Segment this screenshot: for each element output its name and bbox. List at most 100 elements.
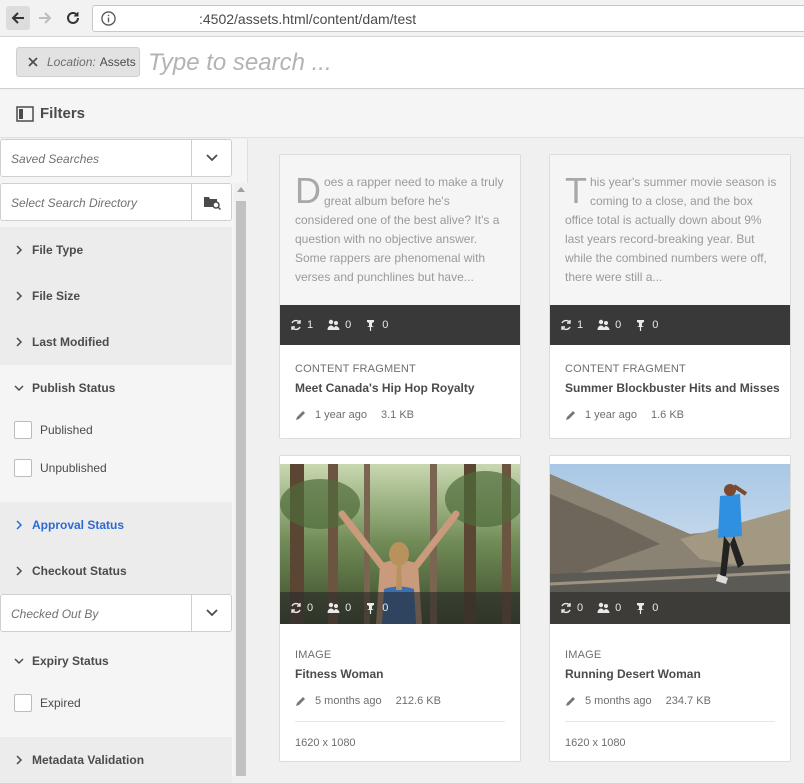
- reload-button[interactable]: [61, 6, 85, 30]
- pencil-icon: [566, 697, 575, 706]
- reload-icon: [67, 11, 79, 24]
- forward-button[interactable]: [33, 6, 57, 30]
- pencil-icon: [566, 411, 575, 420]
- expired-checkbox[interactable]: [14, 694, 32, 712]
- saved-searches-dropdown-button[interactable]: [191, 140, 231, 176]
- section-label: Publish Status: [32, 381, 116, 395]
- modified-time: 1 year ago: [315, 409, 367, 421]
- location-tag[interactable]: Location: Assets: [16, 47, 140, 77]
- url-text: :4502/assets.html/content/dam/test: [199, 11, 417, 27]
- search-input[interactable]: [148, 47, 788, 79]
- published-checkbox[interactable]: [14, 421, 32, 439]
- pins-count: 0: [382, 319, 389, 331]
- scroll-up-arrow[interactable]: [237, 187, 245, 192]
- asset-card[interactable]: 0 0 0 IMAGE Fitness Woman 5 months ago 2…: [279, 455, 521, 762]
- filter-section-publish-status[interactable]: Publish Status: [0, 365, 232, 411]
- chevron-right-icon: [16, 520, 23, 530]
- address-bar[interactable]: :4502/assets.html/content/dam/test: [92, 5, 804, 32]
- card-type: IMAGE: [565, 649, 602, 661]
- card-info: 5 months ago 234.7 KB: [565, 695, 780, 707]
- expired-checkbox-row[interactable]: Expired: [14, 693, 81, 713]
- card-type: IMAGE: [295, 649, 332, 661]
- card-meta: CONTENT FRAGMENT Summer Blockbuster Hits…: [565, 363, 780, 421]
- checkbox-label: Expired: [40, 696, 81, 710]
- references-count: 0: [345, 602, 352, 614]
- unpublished-checkbox-row[interactable]: Unpublished: [14, 458, 107, 478]
- section-label: Metadata Validation: [32, 753, 145, 767]
- info-icon[interactable]: [101, 11, 116, 26]
- modified-time: 5 months ago: [585, 695, 652, 707]
- card-title[interactable]: Meet Canada's Hip Hop Royalty: [295, 381, 510, 395]
- image-dimensions: 1620 x 1080: [565, 737, 626, 749]
- filter-section-checkout-status[interactable]: Checkout Status: [0, 548, 232, 594]
- close-icon[interactable]: [27, 56, 39, 68]
- filters-sidebar: Saved Searches Select Search Directory F…: [0, 139, 248, 783]
- search-directory-placeholder: Select Search Directory: [11, 196, 138, 210]
- saved-searches-select[interactable]: Saved Searches: [0, 139, 232, 177]
- location-label: Location:: [47, 55, 96, 69]
- chevron-down-icon: [14, 385, 24, 392]
- references-count: 0: [345, 319, 352, 331]
- unpublished-checkbox[interactable]: [14, 459, 32, 477]
- asset-card[interactable]: 0 0 0 IMAGE Running Desert Woman 5 month…: [549, 455, 791, 762]
- checkbox-label: Published: [40, 423, 93, 437]
- filters-header[interactable]: Filters: [0, 90, 804, 138]
- checked-out-by-select[interactable]: Checked Out By: [0, 594, 232, 632]
- checked-out-by-dropdown-button[interactable]: [191, 595, 231, 631]
- published-checkbox-row[interactable]: Published: [14, 420, 93, 440]
- users-icon: [327, 319, 340, 330]
- back-button[interactable]: [6, 6, 30, 30]
- card-meta: IMAGE Fitness Woman 5 months ago 212.6 K…: [295, 649, 510, 749]
- scrollbar-thumb[interactable]: [236, 201, 246, 776]
- card-info: 5 months ago 212.6 KB: [295, 695, 510, 707]
- arrow-right-icon: [39, 12, 52, 24]
- card-title[interactable]: Fitness Woman: [295, 667, 510, 681]
- asset-card[interactable]: This year's summer movie season is comin…: [549, 154, 791, 439]
- chevron-right-icon: [16, 337, 23, 347]
- asset-card[interactable]: Does a rapper need to make a truly great…: [279, 154, 521, 439]
- filter-section-expiry-status[interactable]: Expiry Status: [0, 638, 232, 684]
- pin-icon: [637, 603, 645, 614]
- users-icon: [597, 319, 610, 330]
- card-info: 1 year ago 3.1 KB: [295, 409, 510, 421]
- chevron-right-icon: [16, 291, 23, 301]
- card-stats-bar: 1 0 0: [550, 305, 790, 345]
- arrow-left-icon: [11, 12, 24, 24]
- card-thumbnail: Does a rapper need to make a truly great…: [280, 155, 520, 305]
- versions-count: 1: [577, 319, 584, 331]
- pins-stat: 0: [365, 602, 388, 614]
- card-title[interactable]: Running Desert Woman: [565, 667, 780, 681]
- file-size: 234.7 KB: [665, 695, 711, 707]
- card-meta: IMAGE Running Desert Woman 5 months ago …: [565, 649, 780, 749]
- card-type: CONTENT FRAGMENT: [565, 363, 686, 375]
- users-icon: [597, 602, 610, 613]
- chevron-down-icon: [205, 609, 218, 617]
- filter-section-file-type[interactable]: File Type: [0, 227, 232, 273]
- file-size: 212.6 KB: [395, 695, 441, 707]
- card-thumbnail: This year's summer movie season is comin…: [550, 155, 790, 305]
- chevron-down-icon: [205, 154, 218, 162]
- browse-directory-button[interactable]: [191, 184, 231, 220]
- rail-toggle-icon: [16, 105, 34, 122]
- file-size: 1.6 KB: [650, 409, 685, 421]
- card-title[interactable]: Summer Blockbuster Hits and Misses: [565, 381, 780, 395]
- dropcap: T: [565, 170, 587, 211]
- filter-section-file-size[interactable]: File Size: [0, 273, 232, 319]
- versions-count: 1: [307, 319, 314, 331]
- filter-section-approval-status[interactable]: Approval Status: [0, 502, 232, 548]
- versions-stat: 0: [560, 602, 583, 614]
- section-label: Expiry Status: [32, 654, 109, 668]
- section-label: Checkout Status: [32, 564, 127, 578]
- card-type: CONTENT FRAGMENT: [295, 363, 416, 375]
- sync-icon: [561, 602, 571, 614]
- search-directory-field[interactable]: Select Search Directory: [0, 183, 232, 221]
- filter-section-last-modified[interactable]: Last Modified: [0, 319, 232, 365]
- filter-section-metadata-validation[interactable]: Metadata Validation: [0, 737, 232, 783]
- card-stats-bar: 1 0 0: [280, 305, 520, 345]
- pins-stat: 0: [635, 602, 658, 614]
- card-stats-bar: 0 0 0: [550, 592, 790, 624]
- sync-icon: [291, 602, 301, 614]
- pin-icon: [367, 603, 375, 614]
- pins-count: 0: [382, 602, 389, 614]
- saved-searches-value: Saved Searches: [11, 152, 100, 166]
